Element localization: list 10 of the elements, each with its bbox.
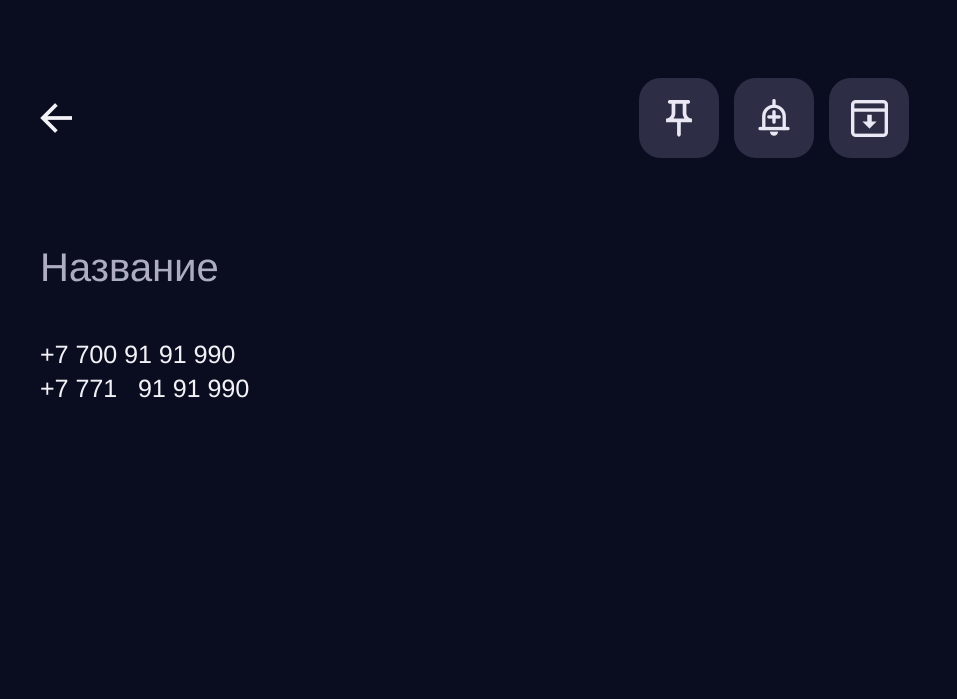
reminder-button[interactable]	[734, 78, 814, 158]
note-body-field[interactable]: +7 700 91 91 990 +7 771 91 91 990	[40, 338, 250, 406]
back-button[interactable]	[40, 103, 72, 133]
bell-plus-icon	[758, 98, 790, 138]
archive-button[interactable]	[829, 78, 909, 158]
pushpin-icon	[666, 100, 692, 136]
back-arrow-icon	[40, 103, 72, 133]
archive-box-icon	[850, 100, 888, 136]
pin-button[interactable]	[639, 78, 719, 158]
title-field[interactable]: Название	[40, 244, 277, 292]
